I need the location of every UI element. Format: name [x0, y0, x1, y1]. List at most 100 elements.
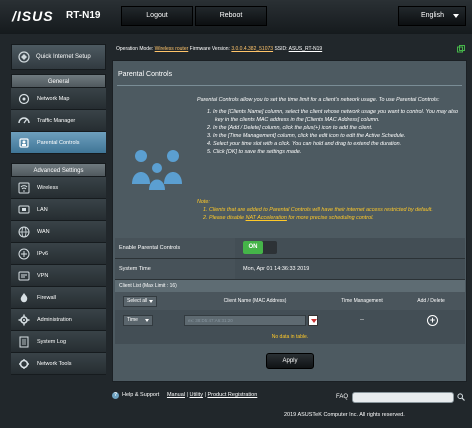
- faq-search-input[interactable]: [352, 392, 454, 403]
- sidebar-item-label: Network Tools: [37, 361, 72, 367]
- sidebar-item-administration[interactable]: Administration: [11, 309, 106, 331]
- help-icon: ?: [112, 392, 119, 399]
- step-item: 4. Select your time slot with a click. Y…: [207, 141, 402, 147]
- note-item: 1. Clients that are added to Parental Co…: [203, 207, 433, 213]
- product-registration-link[interactable]: Product Registration: [207, 392, 257, 398]
- system-time-label: System Time: [115, 259, 235, 279]
- sidebar-item-lan[interactable]: LAN: [11, 199, 106, 221]
- manual-link[interactable]: Manual: [167, 392, 185, 398]
- step-item: 3. In the [Time Management] column, clic…: [207, 133, 406, 139]
- column-client-name: Client Name (MAC Address): [223, 298, 287, 304]
- chevron-down-icon: [145, 319, 149, 322]
- client-input-row: Time ex: 38:D5:47:A6:31:20 -- +: [115, 310, 465, 330]
- utility-link[interactable]: Utility: [190, 392, 203, 398]
- sidebar-item-label: WAN: [37, 229, 50, 235]
- sidebar-item-ipv6[interactable]: IPv6: [11, 243, 106, 265]
- description: Parental Controls allow you to set the t…: [197, 96, 459, 156]
- chevron-down-icon: [453, 14, 459, 18]
- top-bar: /ISUS RT-N19 Logout Reboot English: [0, 0, 472, 34]
- select-all-value: Select all: [127, 298, 148, 304]
- step-item: 5. Click [OK] to save the settings made.: [207, 149, 302, 155]
- sidebar-item-system-log[interactable]: System Log: [11, 331, 106, 353]
- sidebar-item-label: Administration: [37, 317, 72, 323]
- sidebar-item-wireless[interactable]: Wireless: [11, 177, 106, 199]
- sidebar-item-firewall[interactable]: Firewall: [11, 287, 106, 309]
- advanced-settings-header: Advanced Settings: [11, 163, 106, 177]
- footer-links: Help & Support Manual | Utility | Produc…: [122, 392, 258, 398]
- sidebar-item-parental-controls[interactable]: Parental Controls: [11, 132, 106, 154]
- sidebar-item-network-tools[interactable]: Network Tools: [11, 353, 106, 375]
- nat-acceleration-link[interactable]: NAT Acceleration: [246, 215, 287, 221]
- ssid-label: SSID:: [274, 46, 288, 52]
- op-mode-label: Operation Mode:: [116, 46, 154, 52]
- ipv6-icon: [18, 248, 30, 260]
- network-status-icon[interactable]: [457, 45, 465, 53]
- add-client-button[interactable]: +: [427, 315, 438, 326]
- wan-icon: [18, 226, 30, 238]
- chevron-down-icon: [311, 319, 317, 323]
- search-icon[interactable]: [457, 393, 465, 401]
- reboot-button[interactable]: Reboot: [195, 6, 267, 26]
- copyright: 2019 ASUSTeK Computer Inc. All rights re…: [284, 412, 405, 418]
- status-line: Operation Mode: Wireless router Firmware…: [116, 46, 322, 52]
- network-map-icon: [18, 93, 30, 105]
- help-support-link[interactable]: Help & Support: [122, 392, 159, 398]
- quick-setup-icon: [18, 51, 30, 63]
- main-panel: Parental Controls Parental Controls allo…: [112, 60, 467, 382]
- note-label: Note:: [197, 199, 210, 205]
- firmware-link[interactable]: 3.0.0.4.382_51073: [231, 46, 273, 52]
- note-list: 1. Clients that are added to Parental Co…: [203, 206, 459, 222]
- note-block: Note: 1. Clients that are added to Paren…: [197, 198, 459, 222]
- select-all-dropdown[interactable]: Select all: [123, 296, 157, 307]
- sidebar-item-label: Parental Controls: [37, 140, 80, 146]
- enable-toggle[interactable]: ON: [243, 241, 277, 254]
- intro-text: Parental Controls allow you to set the t…: [197, 97, 440, 103]
- sidebar-item-label: VPN: [37, 273, 49, 279]
- system-time-row: System Time Mon, Apr 01 14:36:33 2019: [115, 259, 465, 280]
- no-data-message: No data in table.: [115, 330, 465, 344]
- firmware-label: Firmware Version:: [189, 46, 230, 52]
- language-select[interactable]: English: [398, 6, 466, 26]
- column-add-delete: Add / Delete: [417, 298, 445, 304]
- mode-select[interactable]: Time: [123, 315, 153, 326]
- sidebar-item-label: LAN: [37, 207, 48, 213]
- sidebar-item-label: System Log: [37, 339, 67, 345]
- family-icon: [132, 150, 182, 190]
- firewall-icon: [20, 293, 28, 303]
- client-table-header: Select all Client Name (MAC Address) Tim…: [115, 292, 465, 310]
- asus-logo: /ISUS: [12, 8, 54, 24]
- logout-button[interactable]: Logout: [121, 6, 193, 26]
- administration-icon: [18, 314, 30, 326]
- model-name: RT-N19: [66, 10, 101, 21]
- sidebar-item-wan[interactable]: WAN: [11, 221, 106, 243]
- vpn-icon: [18, 271, 30, 281]
- client-list-dropdown-button[interactable]: [308, 315, 318, 326]
- sidebar-item-label: Firewall: [37, 295, 56, 301]
- system-time-value: Mon, Apr 01 14:36:33 2019: [235, 259, 465, 279]
- client-list-header: Client List (Max Limit : 16): [115, 280, 465, 292]
- sidebar-item-label: IPv6: [37, 251, 49, 257]
- mode-value: Time: [127, 317, 138, 323]
- mac-address-input[interactable]: ex: 38:D5:47:A6:31:20: [184, 315, 306, 326]
- ssid-link[interactable]: ASUS_RT-N19: [289, 46, 323, 52]
- op-mode-link[interactable]: Wireless router: [155, 46, 189, 52]
- note-text: for more precise scheduling control.: [286, 215, 374, 221]
- sidebar-item-network-map[interactable]: Network Map: [11, 88, 106, 110]
- sidebar-item-label: Traffic Manager: [37, 118, 76, 124]
- system-log-icon: [19, 336, 29, 348]
- enable-label: Enable Parental Controls: [115, 238, 235, 258]
- wireless-icon: [18, 182, 30, 194]
- sidebar-item-vpn[interactable]: VPN: [11, 265, 106, 287]
- language-value: English: [421, 12, 444, 19]
- network-tools-icon: [19, 359, 29, 369]
- divider: [117, 85, 462, 86]
- sidebar-item-traffic-manager[interactable]: Traffic Manager: [11, 110, 106, 132]
- apply-button[interactable]: Apply: [266, 353, 314, 369]
- lan-icon: [18, 205, 30, 214]
- enable-value-cell: ON: [235, 238, 465, 258]
- column-time-management: Time Management: [341, 298, 383, 304]
- chevron-down-icon: [149, 300, 153, 303]
- quick-internet-setup-button[interactable]: Quick Internet Setup: [11, 44, 106, 70]
- note-text: 2. Please disable: [203, 215, 246, 221]
- sidebar-item-label: Wireless: [37, 185, 59, 191]
